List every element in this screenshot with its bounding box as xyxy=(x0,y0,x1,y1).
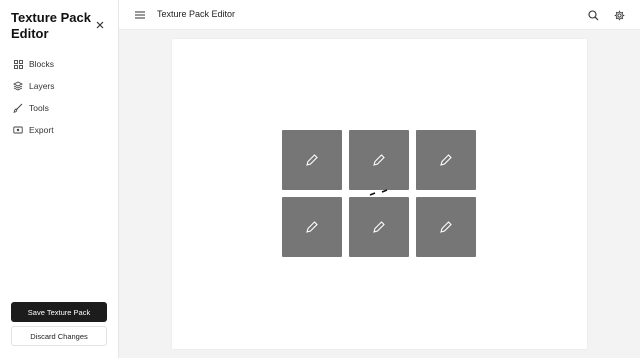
sidebar-item-tools[interactable]: Tools xyxy=(11,97,111,119)
gear-icon xyxy=(614,10,624,20)
sidebar-item-label: Blocks xyxy=(29,59,55,69)
texture-tile[interactable] xyxy=(282,197,342,257)
pencil-icon xyxy=(306,221,318,233)
app-title: Texture Pack Editor xyxy=(11,10,91,41)
page-title: Texture Pack Editor xyxy=(157,9,236,19)
pencil-icon xyxy=(306,154,318,166)
blocks-icon xyxy=(11,57,25,71)
sidebar-item-label: Export xyxy=(29,125,54,135)
texture-tile[interactable] xyxy=(349,130,409,190)
pencil-icon xyxy=(440,154,452,166)
sidebar-item-label: Tools xyxy=(29,103,49,113)
texture-tile[interactable] xyxy=(282,130,342,190)
texture-tile[interactable] xyxy=(416,130,476,190)
menu-button[interactable] xyxy=(133,8,147,22)
pencil-icon xyxy=(373,154,385,166)
sidebar-item-blocks[interactable]: Blocks xyxy=(11,53,111,75)
search-button[interactable] xyxy=(586,8,600,22)
menu-icon xyxy=(135,11,145,19)
sidebar-item-layers[interactable]: Layers xyxy=(11,75,111,97)
pencil-icon xyxy=(373,221,385,233)
sidebar-item-label: Layers xyxy=(29,81,55,91)
top-bar: Texture Pack Editor xyxy=(119,0,640,30)
editor-canvas[interactable] xyxy=(172,39,587,349)
sidebar: Texture Pack Editor Blocks Layers Tools xyxy=(0,0,119,358)
discard-changes-button[interactable]: Discard Changes xyxy=(11,326,107,346)
sidebar-nav: Blocks Layers Tools Export xyxy=(11,53,111,141)
pencil-icon xyxy=(440,221,452,233)
layers-icon xyxy=(11,79,25,93)
brush-icon xyxy=(11,101,25,115)
texture-tile[interactable] xyxy=(416,197,476,257)
resize-cursor-icon xyxy=(369,189,388,196)
texture-tile[interactable] xyxy=(349,197,409,257)
close-icon xyxy=(96,21,104,29)
search-icon xyxy=(587,9,598,20)
sidebar-item-export[interactable]: Export xyxy=(11,119,111,141)
settings-button[interactable] xyxy=(612,8,626,22)
export-icon xyxy=(11,123,25,137)
close-sidebar-button[interactable] xyxy=(93,18,107,32)
save-texture-pack-button[interactable]: Save Texture Pack xyxy=(11,302,107,322)
